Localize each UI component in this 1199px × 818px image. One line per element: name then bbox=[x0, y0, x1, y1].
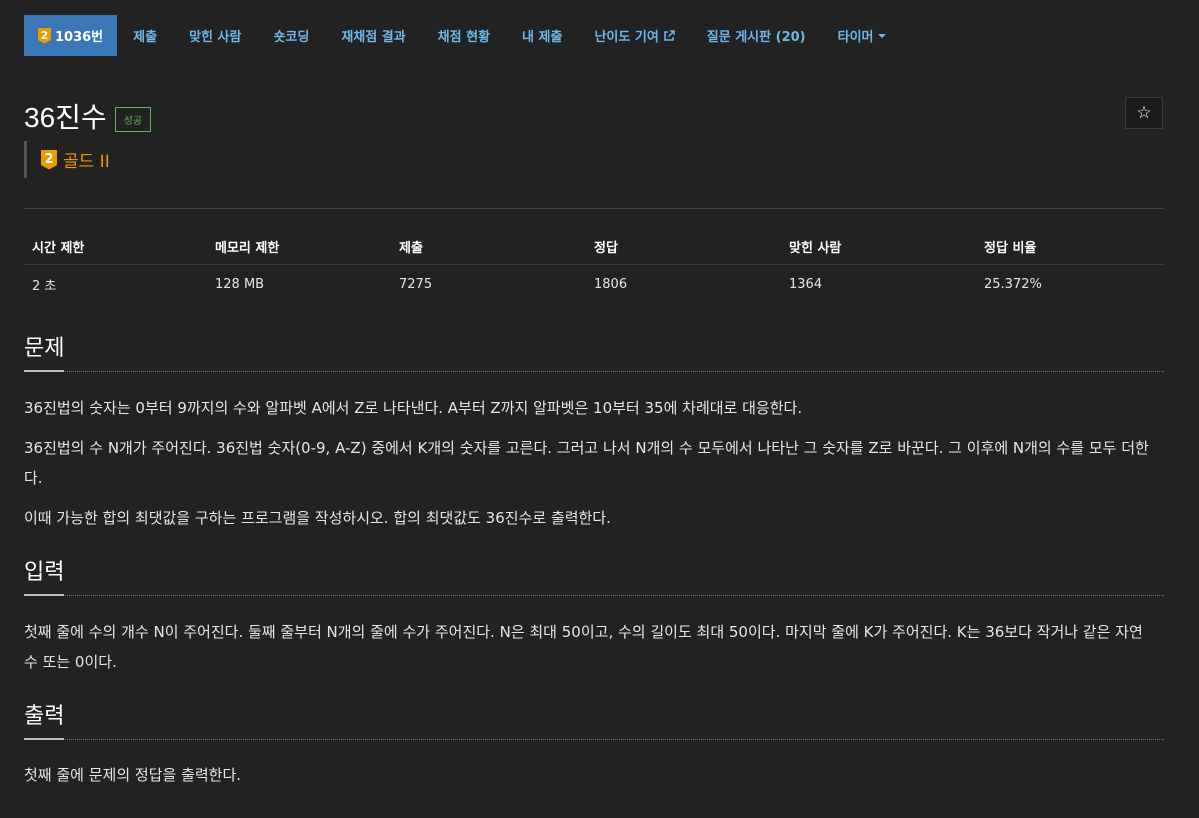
description-paragraph: 36진법의 수 N개가 주어진다. 36진법 숫자(0-9, A-Z) 중에서 … bbox=[24, 439, 1149, 487]
input-paragraph: 첫째 줄에 수의 개수 N이 주어진다. 둘째 줄부터 N개의 줄에 수가 주어… bbox=[24, 623, 1143, 671]
accepted-value: 1806 bbox=[594, 276, 628, 292]
problem-title: 36진수 bbox=[24, 102, 107, 133]
header-accept-ratio: 정답 비율 bbox=[976, 228, 1164, 265]
tab-label: 제출 bbox=[133, 30, 158, 45]
section-heading: 출력 bbox=[24, 698, 65, 740]
table-row: 2 초 128 MB 7275 1806 1364 25.372% bbox=[24, 265, 1164, 304]
tab-submit[interactable]: 제출 bbox=[117, 15, 173, 56]
accept-ratio-value: 25.372% bbox=[984, 276, 1042, 292]
tab-label: 맞힌 사람 bbox=[189, 30, 242, 45]
section-heading: 문제 bbox=[24, 330, 65, 372]
tab-qna-board[interactable]: 질문 게시판 (20) bbox=[691, 15, 822, 56]
tab-difficulty-contrib[interactable]: 난이도 기여 bbox=[578, 15, 690, 56]
section-input-heading: 입력 bbox=[24, 554, 1164, 596]
tab-label: 질문 게시판 (20) bbox=[706, 30, 806, 45]
tab-label: 타이머 bbox=[837, 30, 874, 45]
header-solved-users: 맞힌 사람 bbox=[781, 228, 976, 265]
header-submissions: 제출 bbox=[391, 228, 586, 265]
tab-label: 난이도 기여 bbox=[594, 30, 659, 45]
tab-judge-status[interactable]: 채점 현황 bbox=[422, 15, 506, 56]
tab-label: 재채점 결과 bbox=[341, 30, 406, 45]
submissions-value: 7275 bbox=[399, 276, 433, 292]
caret-down-icon bbox=[877, 33, 886, 38]
gold-tier-icon: 2 bbox=[38, 27, 51, 44]
header-time-limit: 시간 제한 bbox=[24, 228, 207, 265]
memory-limit-value: 128 MB bbox=[215, 276, 265, 292]
tab-timer[interactable]: 타이머 bbox=[822, 15, 902, 56]
problem-tier: 2 골드 II bbox=[24, 141, 110, 178]
tab-my-submissions[interactable]: 내 제출 bbox=[506, 15, 578, 56]
star-icon: ☆ bbox=[1136, 103, 1152, 123]
tab-solved-users[interactable]: 맞힌 사람 bbox=[173, 15, 257, 56]
output-paragraph: 첫째 줄에 문제의 정답을 출력한다. bbox=[24, 766, 242, 784]
tab-rejudge-results[interactable]: 재채점 결과 bbox=[325, 15, 421, 56]
problem-title-row: 36진수 성공 bbox=[24, 96, 152, 136]
time-limit-value: 2 초 bbox=[32, 278, 57, 294]
tier-label: 골드 II bbox=[63, 152, 110, 172]
problem-info-table: 시간 제한 메모리 제한 제출 정답 맞힌 사람 정답 비율 2 초 128 M… bbox=[24, 228, 1164, 303]
tab-label: 채점 현황 bbox=[437, 30, 491, 45]
divider bbox=[24, 371, 1164, 372]
header-accepted: 정답 bbox=[586, 228, 781, 265]
tab-problem[interactable]: 2 1036번 bbox=[24, 15, 118, 56]
section-heading: 입력 bbox=[24, 554, 65, 596]
header-memory-limit: 메모리 제한 bbox=[207, 228, 391, 265]
tab-label: 내 제출 bbox=[522, 30, 563, 45]
gold-tier-icon: 2 bbox=[41, 149, 57, 170]
external-link-icon bbox=[663, 29, 675, 42]
tab-short-coding[interactable]: 숏코딩 bbox=[257, 15, 325, 56]
favorite-star-button[interactable]: ☆ bbox=[1125, 97, 1163, 129]
solved-users-value: 1364 bbox=[789, 276, 823, 292]
section-description-heading: 문제 bbox=[24, 330, 1164, 372]
description-paragraph: 이때 가능한 합의 최댓값을 구하는 프로그램을 작성하시오. 합의 최댓값도 … bbox=[24, 509, 611, 527]
problem-menu: 2 1036번 제출 맞힌 사람 숏코딩 재채점 결과 채점 현황 내 제출 난… bbox=[24, 15, 902, 56]
section-output-heading: 출력 bbox=[24, 698, 1164, 740]
divider bbox=[24, 208, 1164, 209]
result-badge: 성공 bbox=[114, 106, 152, 132]
divider bbox=[24, 595, 1164, 596]
tab-label: 숏코딩 bbox=[273, 30, 310, 45]
tab-problem-label: 1036번 bbox=[55, 30, 104, 45]
divider bbox=[24, 739, 1164, 740]
table-header-row: 시간 제한 메모리 제한 제출 정답 맞힌 사람 정답 비율 bbox=[24, 228, 1164, 265]
description-paragraph: 36진법의 숫자는 0부터 9까지의 수와 알파벳 A에서 Z로 나타낸다. A… bbox=[24, 399, 803, 417]
